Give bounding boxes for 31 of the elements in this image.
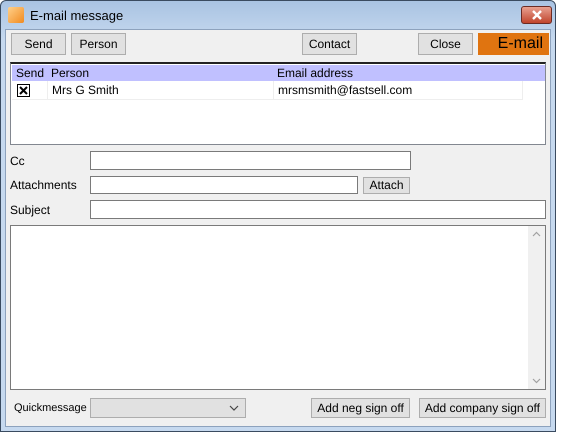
field-label: Subject	[10, 202, 52, 216]
field-label: Quickmessage	[13, 402, 88, 414]
attach-button[interactable]: Attach	[363, 176, 410, 194]
chevron-down-icon	[229, 405, 239, 411]
close-form-button[interactable]: Close	[418, 33, 473, 55]
toolbar-button[interactable]: Send	[11, 33, 66, 55]
email-cell: mrsmsmith@fastsell.com	[273, 81, 522, 99]
scroll-up-icon[interactable]	[532, 231, 541, 237]
input-field[interactable]	[90, 176, 358, 194]
column-header[interactable]: Person	[47, 66, 273, 80]
window-title: E-mail message	[30, 8, 124, 22]
app-icon	[8, 7, 24, 23]
input-field[interactable]	[90, 200, 546, 219]
field-label: Cc	[10, 154, 26, 168]
field-label: Attachments	[10, 178, 78, 192]
column-header[interactable]: Email address	[273, 66, 545, 80]
toolbar-button[interactable]: Contact	[302, 33, 357, 55]
close-icon	[530, 10, 542, 20]
person-cell: Mrs G Smith	[47, 81, 273, 99]
input-field[interactable]	[90, 151, 411, 170]
scrollbar[interactable]	[528, 226, 545, 389]
send-checkbox[interactable]	[17, 84, 30, 96]
scroll-down-icon[interactable]	[532, 378, 541, 384]
close-button[interactable]	[521, 6, 552, 24]
recipient-row[interactable]: Mrs G Smith mrsmsmith@fastsell.com	[12, 81, 523, 100]
toolbar-button[interactable]: Person	[71, 33, 126, 55]
column-header[interactable]: Send	[12, 66, 47, 80]
banner-label: E-mail	[478, 33, 549, 55]
sign-off-button[interactable]: Add neg sign off	[311, 398, 410, 418]
sign-off-button[interactable]: Add company sign off	[418, 398, 546, 418]
message-field[interactable]	[10, 225, 546, 390]
